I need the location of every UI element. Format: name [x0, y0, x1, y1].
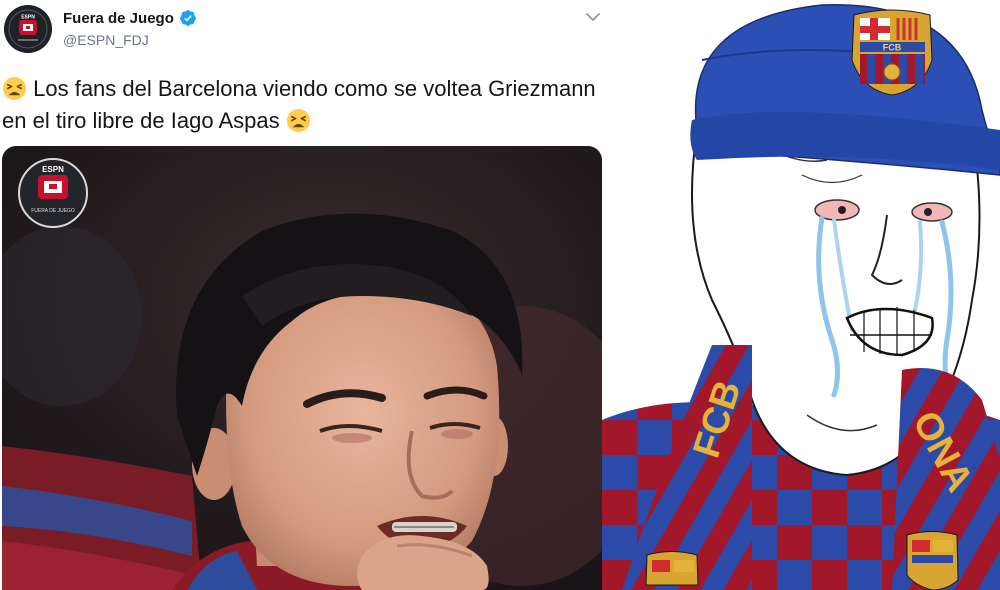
scarf-crest-icon: [645, 551, 699, 586]
name-row: Fuera de Juego: [63, 9, 197, 27]
fcb-crest-icon: FCB: [851, 9, 933, 96]
tweet-media-photo[interactable]: ESPN FUERA DE JUEGO: [2, 146, 602, 590]
crying-fan-photo: ESPN FUERA DE JUEGO: [2, 146, 602, 590]
chevron-down-icon[interactable]: [584, 10, 602, 24]
tweet-text: Los fans del Barcelona viendo como se vo…: [2, 73, 602, 137]
wojak-meme-image: FCB FCB ONA: [602, 0, 1000, 590]
cap-crest-text: FCB: [883, 43, 902, 53]
tweet-header: ESPN Fuera de Juego @ESPN_FDJ: [0, 0, 612, 64]
profile-avatar[interactable]: ESPN: [4, 5, 52, 53]
user-handle[interactable]: @ESPN_FDJ: [63, 32, 149, 48]
watermark-caption-text: FUERA DE JUEGO: [31, 208, 75, 214]
tired-face-emoji-icon: [286, 108, 310, 133]
crying-wojak-barca-fan: FCB FCB ONA: [602, 0, 1000, 590]
scarf-crest-icon: [906, 531, 959, 590]
display-name[interactable]: Fuera de Juego: [63, 10, 174, 27]
svg-text:ESPN: ESPN: [21, 15, 35, 21]
espn-watermark-logo: ESPN FUERA DE JUEGO: [18, 158, 88, 228]
tired-face-emoji-icon: [2, 76, 27, 101]
verified-badge-icon: [179, 10, 196, 26]
tweet-card: ESPN Fuera de Juego @ESPN_FDJ Los fans d…: [0, 0, 612, 590]
espn-avatar-logo: ESPN: [4, 5, 52, 53]
watermark-brand-text: ESPN: [42, 165, 64, 174]
